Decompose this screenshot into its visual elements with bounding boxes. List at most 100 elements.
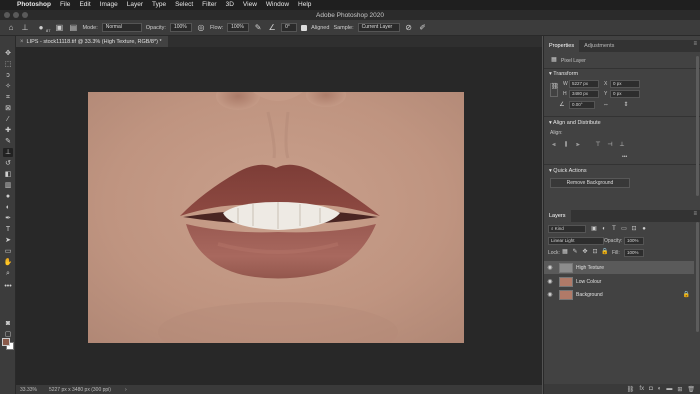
- remove-background-button[interactable]: Remove Background: [550, 178, 630, 188]
- add-mask-icon[interactable]: ◘: [649, 386, 653, 392]
- layers-menu-icon[interactable]: ≡: [693, 211, 697, 217]
- layer-opacity-field[interactable]: 100%: [624, 237, 644, 245]
- toggle-brush-panel-icon[interactable]: ▣: [54, 23, 64, 33]
- new-adjustment-icon[interactable]: ◐: [658, 386, 662, 392]
- home-icon[interactable]: ⌂: [6, 23, 16, 33]
- filter-toggle-icon[interactable]: ●: [640, 226, 648, 233]
- more-tools-icon[interactable]: •••: [3, 282, 13, 291]
- lock-artboard-icon[interactable]: ⊡: [591, 249, 599, 256]
- menu-window[interactable]: Window: [266, 0, 289, 10]
- new-layer-icon[interactable]: ⊞: [677, 386, 682, 393]
- flip-vertical-icon[interactable]: ⇕: [622, 102, 630, 109]
- layer-lock-icon[interactable]: 🔒: [683, 291, 690, 298]
- screen-mode-icon[interactable]: ▢: [3, 330, 13, 339]
- menu-edit[interactable]: Edit: [79, 0, 90, 10]
- menu-view[interactable]: View: [243, 0, 257, 10]
- layer-style-icon[interactable]: fx: [639, 386, 644, 392]
- filter-pixel-icon[interactable]: ▣: [590, 226, 598, 233]
- layer-row-high-texture[interactable]: ◉ High Texture: [544, 261, 694, 274]
- shape-tool-icon[interactable]: ▭: [3, 247, 13, 256]
- align-section-title[interactable]: ▾ Align and Distribute: [549, 120, 601, 126]
- properties-menu-icon[interactable]: ≡: [693, 41, 697, 47]
- document-image[interactable]: [88, 92, 464, 343]
- document-tab[interactable]: × LIPS - stock11118.tif @ 33.3% (High Te…: [16, 36, 168, 47]
- align-right-icon[interactable]: ⫸: [574, 142, 582, 149]
- eyedropper-tool-icon[interactable]: ⁄: [3, 115, 13, 124]
- visibility-eye-icon[interactable]: ◉: [544, 278, 556, 285]
- layer-row-background[interactable]: ◉ Background 🔒: [544, 288, 694, 301]
- align-center-h-icon[interactable]: ⫼: [562, 142, 570, 149]
- visibility-eye-icon[interactable]: ◉: [544, 264, 556, 271]
- width-field[interactable]: 5227 px: [569, 80, 599, 88]
- blend-mode-select[interactable]: Linear Light: [548, 237, 604, 245]
- align-middle-v-icon[interactable]: ⊣: [606, 142, 614, 149]
- pressure-opacity-icon[interactable]: ◎: [196, 23, 206, 33]
- menu-image[interactable]: Image: [100, 0, 118, 10]
- quick-mask-icon[interactable]: ◙: [3, 319, 13, 328]
- lasso-tool-icon[interactable]: ↄ: [3, 71, 13, 80]
- airbrush-icon[interactable]: ✎: [253, 23, 263, 33]
- foreground-color-swatch[interactable]: [2, 338, 10, 346]
- gradient-tool-icon[interactable]: ▥: [3, 181, 13, 190]
- zoom-level[interactable]: 33.33%: [20, 387, 37, 393]
- y-field[interactable]: 0 px: [610, 90, 640, 98]
- layer-row-low-colour[interactable]: ◉ Low Colour: [544, 275, 694, 288]
- filter-type-icon[interactable]: T: [610, 226, 618, 233]
- history-brush-tool-icon[interactable]: ↺: [3, 159, 13, 168]
- zoom-tool-icon[interactable]: ⌕: [3, 269, 13, 278]
- crop-tool-icon[interactable]: ⌗: [3, 93, 13, 102]
- properties-scrollbar[interactable]: [696, 56, 699, 196]
- menu-filter[interactable]: Filter: [202, 0, 216, 10]
- clone-stamp-tool-icon[interactable]: ⊥: [3, 148, 13, 157]
- brush-tool-icon[interactable]: ✎: [3, 137, 13, 146]
- link-layers-icon[interactable]: ⛓: [627, 386, 635, 393]
- angle-field[interactable]: 0°: [281, 23, 298, 32]
- sample-select[interactable]: Current Layer: [357, 23, 400, 32]
- menu-file[interactable]: File: [60, 0, 70, 10]
- filter-shape-icon[interactable]: ▭: [620, 226, 628, 233]
- mode-select[interactable]: Normal: [101, 23, 142, 32]
- ignore-adjustment-icon[interactable]: ⊘: [404, 23, 414, 33]
- quick-actions-title[interactable]: ▾ Quick Actions: [549, 168, 587, 174]
- move-tool-icon[interactable]: ✥: [3, 49, 13, 58]
- transform-section-title[interactable]: ▾ Transform: [549, 71, 578, 77]
- frame-tool-icon[interactable]: ⊠: [3, 104, 13, 113]
- aligned-checkbox[interactable]: [301, 24, 308, 31]
- fill-field[interactable]: 100%: [624, 249, 644, 257]
- link-dimensions-icon[interactable]: ⛓: [550, 83, 559, 97]
- menu-help[interactable]: Help: [298, 0, 311, 10]
- blur-tool-icon[interactable]: ●: [3, 192, 13, 201]
- menu-app[interactable]: Photoshop: [17, 0, 51, 10]
- dodge-tool-icon[interactable]: ◐: [3, 203, 13, 212]
- align-left-icon[interactable]: ⫷: [550, 142, 558, 149]
- visibility-eye-icon[interactable]: ◉: [544, 291, 556, 298]
- filter-adjustment-icon[interactable]: ◐: [600, 226, 608, 233]
- marquee-tool-icon[interactable]: ⬚: [3, 60, 13, 69]
- menu-layer[interactable]: Layer: [127, 0, 143, 10]
- clone-stamp-preset-icon[interactable]: ⊥: [20, 23, 30, 33]
- opacity-field[interactable]: 100%: [169, 23, 192, 32]
- close-tab-icon[interactable]: ×: [20, 39, 24, 45]
- angle-field[interactable]: 0.00°: [569, 101, 595, 109]
- lock-all-icon[interactable]: 🔒: [601, 249, 609, 256]
- tab-adjustments[interactable]: Adjustments: [579, 40, 619, 52]
- filter-smart-icon[interactable]: ⊡: [630, 226, 638, 233]
- lock-pixels-icon[interactable]: ✎: [571, 249, 579, 256]
- healing-brush-tool-icon[interactable]: ✚: [3, 126, 13, 135]
- tab-layers[interactable]: Layers: [544, 210, 571, 222]
- tab-properties[interactable]: Properties: [544, 40, 580, 52]
- lock-position-icon[interactable]: ✥: [581, 249, 589, 256]
- align-top-icon[interactable]: ⊤: [594, 142, 602, 149]
- align-more-icon[interactable]: •••: [622, 154, 627, 160]
- hand-tool-icon[interactable]: ✋: [3, 258, 13, 267]
- height-field[interactable]: 3480 px: [569, 90, 599, 98]
- window-controls[interactable]: [4, 12, 28, 18]
- path-select-tool-icon[interactable]: ➤: [3, 236, 13, 245]
- lock-transparent-icon[interactable]: ▦: [561, 249, 569, 256]
- toggle-clone-source-icon[interactable]: ▤: [68, 23, 78, 33]
- canvas-area[interactable]: [16, 47, 542, 385]
- new-group-icon[interactable]: ▬: [666, 386, 672, 392]
- layers-scrollbar[interactable]: [696, 222, 699, 332]
- delete-layer-icon[interactable]: 🗑: [687, 386, 695, 393]
- type-tool-icon[interactable]: T: [3, 225, 13, 234]
